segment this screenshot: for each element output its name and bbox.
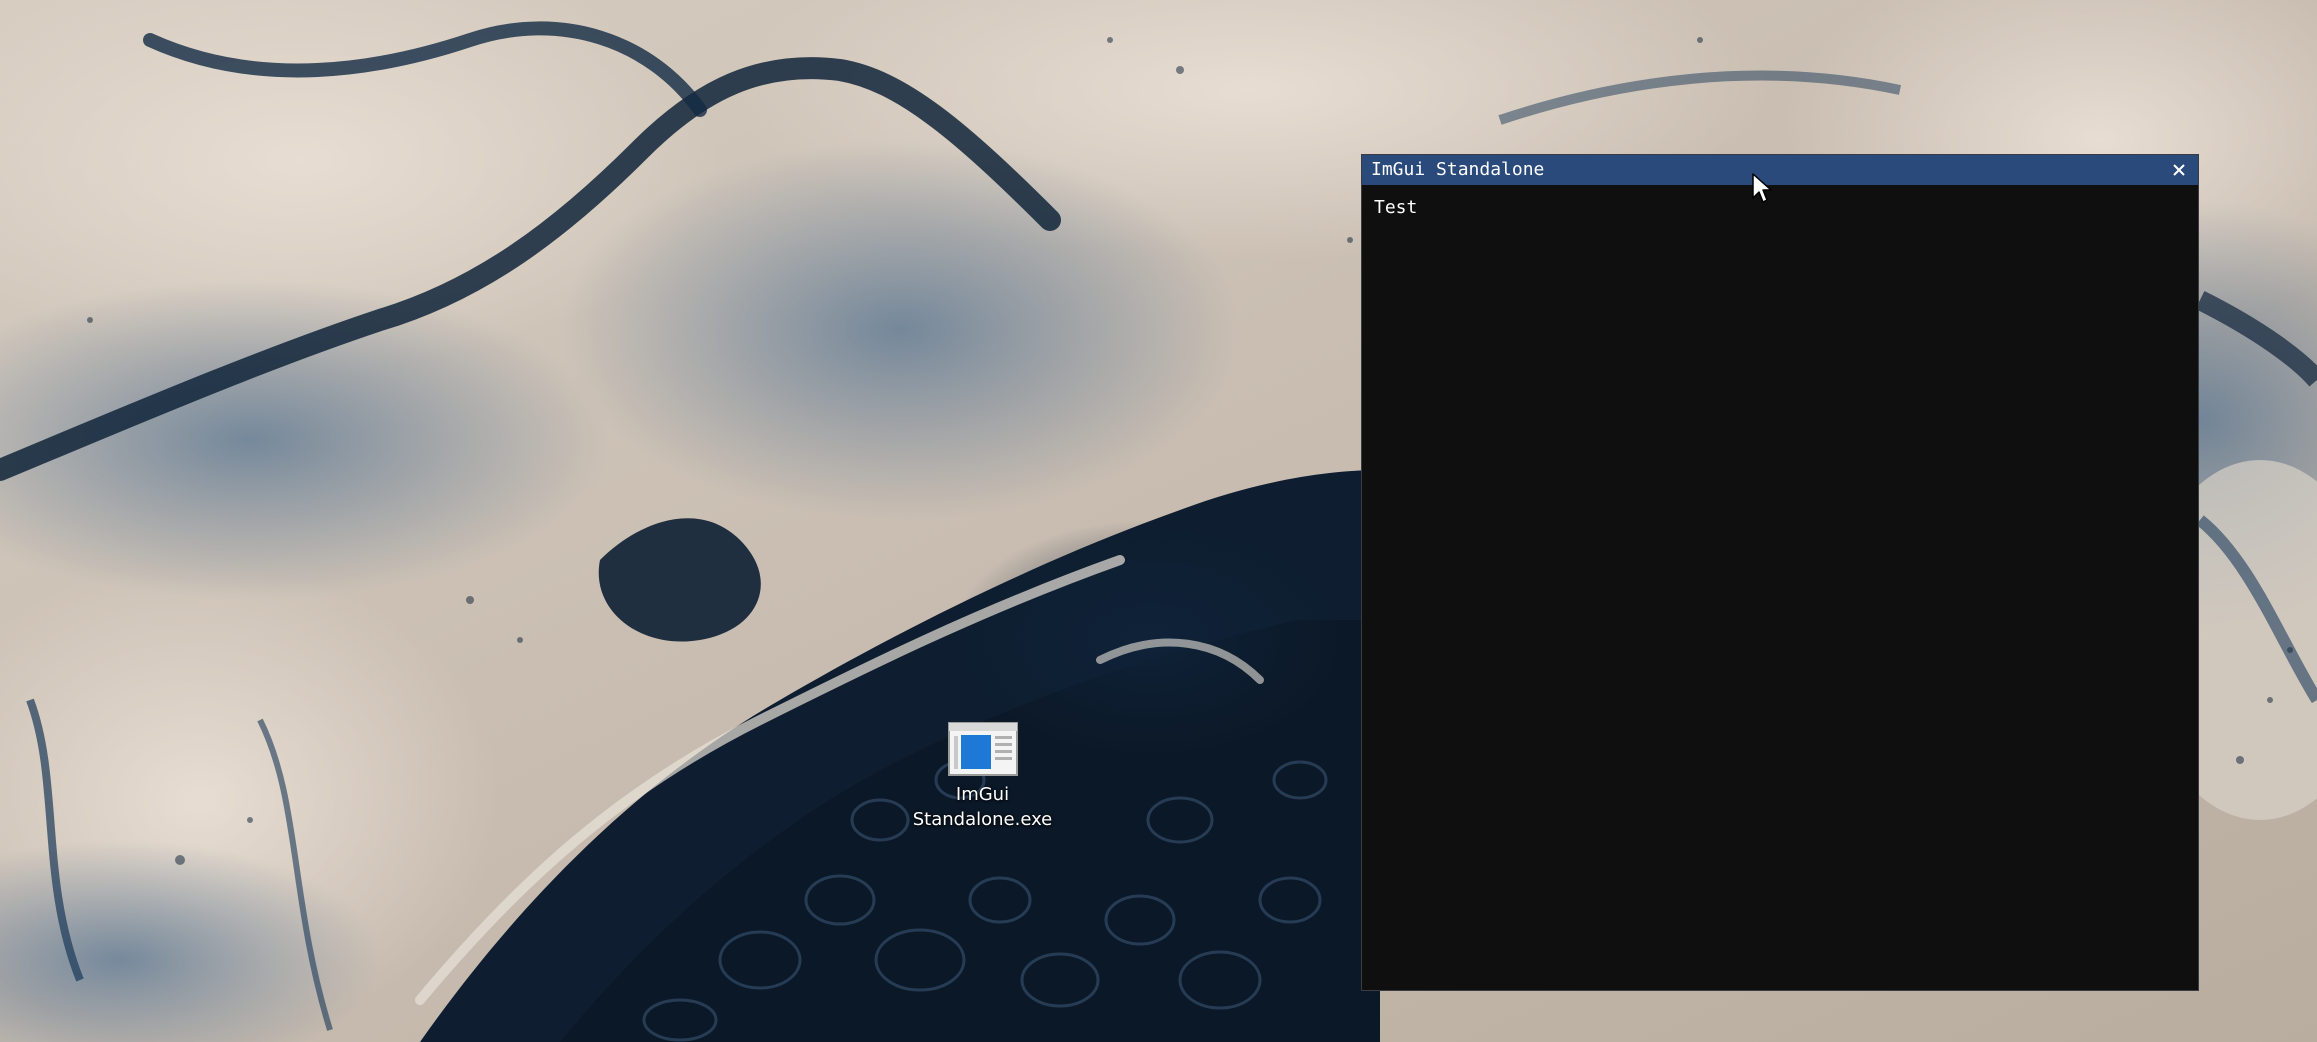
imgui-window[interactable]: ImGui Standalone Test: [1361, 154, 2199, 991]
close-icon[interactable]: [2168, 159, 2190, 181]
desktop-icon-label-line1: ImGui: [955, 784, 1010, 805]
application-window-icon: [947, 722, 1018, 776]
content-text: Test: [1374, 197, 1418, 218]
window-title: ImGui Standalone: [1371, 159, 1545, 180]
desktop-icon-label-line2: Standalone.exe: [912, 809, 1053, 830]
window-content: Test: [1362, 185, 2198, 990]
desktop-icon-imgui-standalone[interactable]: ImGui Standalone.exe: [895, 722, 1070, 832]
desktop[interactable]: ImGui Standalone.exe ImGui Standalone Te…: [0, 0, 2317, 1042]
window-titlebar[interactable]: ImGui Standalone: [1362, 155, 2198, 185]
